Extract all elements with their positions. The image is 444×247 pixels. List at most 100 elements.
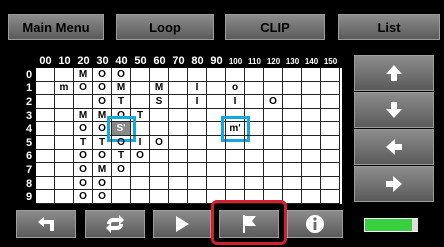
grid-cell[interactable] — [169, 108, 188, 123]
grid-cell[interactable]: O — [93, 81, 112, 96]
grid-cell[interactable]: o — [226, 81, 245, 96]
grid-cell[interactable] — [283, 95, 302, 109]
grid-cell[interactable] — [264, 108, 283, 123]
grid-cell[interactable] — [226, 149, 245, 164]
tab-main-menu[interactable]: Main Menu — [8, 14, 104, 40]
grid-cell[interactable] — [264, 163, 283, 177]
grid-cell[interactable] — [226, 163, 245, 177]
grid-cell[interactable] — [302, 163, 321, 177]
down-button[interactable] — [354, 92, 434, 128]
info-button[interactable] — [287, 210, 343, 238]
grid-cell[interactable] — [188, 136, 207, 150]
grid-cell[interactable] — [321, 81, 340, 96]
grid-cell[interactable] — [36, 122, 55, 136]
grid-cell[interactable] — [207, 68, 226, 82]
grid-cell[interactable] — [150, 176, 169, 191]
tab-clip[interactable]: CLIP — [225, 14, 325, 40]
grid-cell[interactable] — [112, 190, 131, 204]
grid-cell[interactable] — [188, 176, 207, 191]
grid-cell[interactable] — [302, 176, 321, 191]
grid-cell[interactable] — [302, 190, 321, 204]
grid-cell[interactable] — [226, 136, 245, 150]
grid-cell[interactable]: O — [74, 122, 93, 136]
grid-cell[interactable] — [321, 95, 340, 109]
grid-cell[interactable]: I — [188, 95, 207, 109]
grid-cell[interactable]: O — [112, 136, 131, 150]
grid-cell[interactable] — [283, 163, 302, 177]
grid-cell[interactable]: O — [74, 149, 93, 164]
grid-cell[interactable]: M — [93, 163, 112, 177]
grid-cell[interactable] — [131, 95, 150, 109]
grid-cell[interactable]: M — [112, 81, 131, 96]
grid-cell[interactable] — [169, 122, 188, 136]
grid-cell[interactable] — [245, 176, 264, 191]
grid-cell[interactable]: O — [93, 68, 112, 82]
grid-cell[interactable] — [55, 190, 74, 204]
grid-cell[interactable] — [245, 149, 264, 164]
grid-cell[interactable]: T — [112, 149, 131, 164]
grid-cell[interactable] — [55, 122, 74, 136]
play-button[interactable] — [153, 210, 211, 238]
tab-list[interactable]: List — [338, 14, 440, 40]
grid-cell[interactable] — [188, 190, 207, 204]
grid-cell[interactable] — [245, 136, 264, 150]
grid-cell[interactable] — [55, 68, 74, 82]
grid-cell[interactable]: O — [93, 95, 112, 109]
grid-cell[interactable] — [36, 163, 55, 177]
grid-cell[interactable] — [131, 81, 150, 96]
grid-cell[interactable] — [207, 176, 226, 191]
grid-cell[interactable] — [302, 81, 321, 96]
right-button[interactable] — [354, 166, 434, 202]
grid-cell[interactable] — [264, 68, 283, 82]
grid-cell[interactable]: O — [150, 136, 169, 150]
grid-cell[interactable]: O — [264, 95, 283, 109]
grid-cell[interactable]: O — [131, 149, 150, 164]
grid-cell[interactable] — [169, 190, 188, 204]
grid-cell[interactable] — [150, 68, 169, 82]
grid-cell[interactable]: m — [55, 81, 74, 96]
grid-cell[interactable] — [321, 108, 340, 123]
grid-cell[interactable]: O — [112, 68, 131, 82]
grid-cell[interactable] — [264, 176, 283, 191]
grid-cell[interactable] — [169, 136, 188, 150]
grid-cell[interactable] — [131, 122, 150, 136]
grid-cell[interactable] — [283, 68, 302, 82]
grid-cell[interactable] — [36, 136, 55, 150]
grid-cell[interactable] — [55, 108, 74, 123]
grid-cell[interactable]: O — [74, 176, 93, 191]
grid-cell[interactable] — [36, 81, 55, 96]
grid-cell[interactable] — [74, 95, 93, 109]
grid-cell[interactable] — [112, 176, 131, 191]
grid-cell[interactable]: O — [74, 81, 93, 96]
left-button[interactable] — [354, 129, 434, 165]
grid-cell[interactable] — [131, 163, 150, 177]
grid-cell[interactable] — [264, 149, 283, 164]
grid-cell[interactable] — [321, 136, 340, 150]
repeat-button[interactable] — [85, 210, 145, 238]
grid-cell[interactable] — [226, 176, 245, 191]
grid-cell[interactable] — [283, 81, 302, 96]
grid-cell[interactable] — [188, 122, 207, 136]
grid-cell[interactable] — [150, 190, 169, 204]
grid-cell[interactable] — [188, 149, 207, 164]
grid-cell[interactable] — [188, 108, 207, 123]
grid-cell[interactable] — [321, 149, 340, 164]
grid-cell[interactable] — [188, 163, 207, 177]
grid-cell[interactable] — [283, 149, 302, 164]
grid-cell[interactable] — [169, 149, 188, 164]
grid-cell[interactable] — [283, 136, 302, 150]
grid-cell[interactable] — [55, 136, 74, 150]
grid-cell[interactable] — [264, 136, 283, 150]
up-button[interactable] — [354, 55, 434, 91]
grid-cell[interactable] — [36, 68, 55, 82]
back-button[interactable] — [16, 210, 76, 238]
grid-cell[interactable] — [55, 149, 74, 164]
grid-cell[interactable] — [150, 108, 169, 123]
grid-cell[interactable]: O — [74, 190, 93, 204]
grid-cell[interactable] — [321, 68, 340, 82]
grid-cell[interactable]: M — [74, 108, 93, 123]
grid-cell[interactable] — [131, 176, 150, 191]
tab-loop[interactable]: Loop — [116, 14, 214, 40]
grid-cell[interactable]: T — [74, 136, 93, 150]
grid-cell[interactable] — [302, 122, 321, 136]
